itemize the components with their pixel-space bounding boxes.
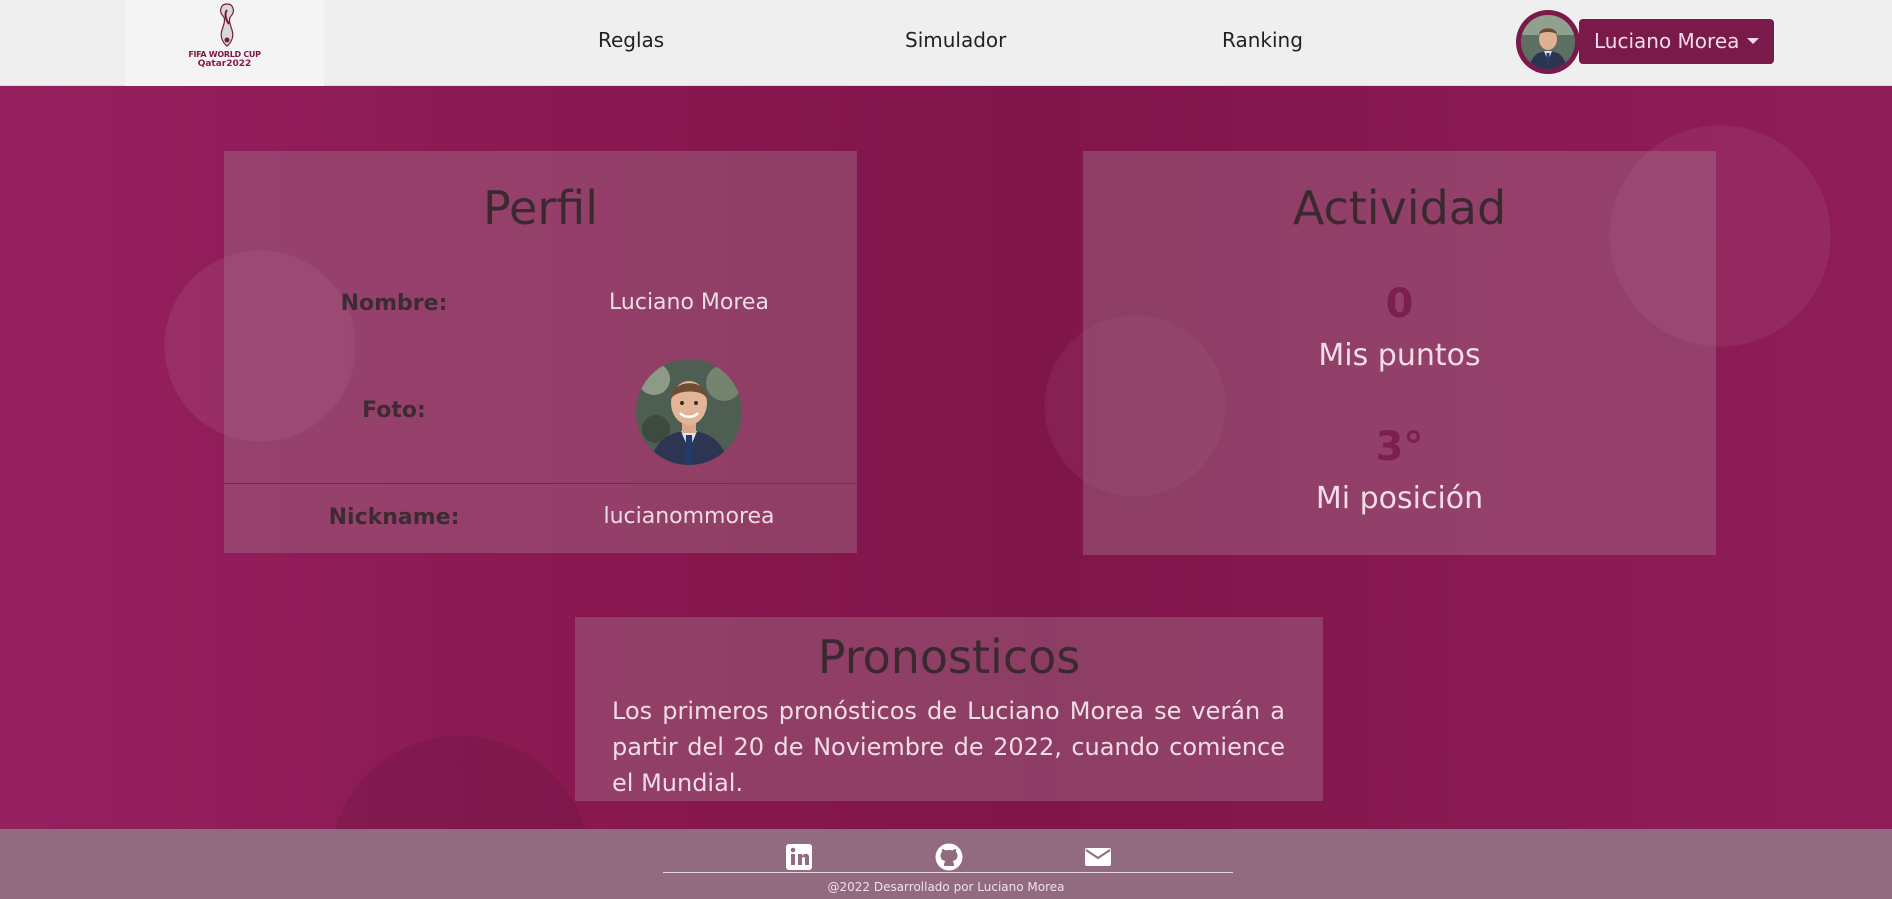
navbar: FIFA WORLD CUP Qatar2022 Reglas Simulado…	[0, 0, 1892, 86]
position-label: Mi posición	[1315, 481, 1484, 516]
predictions-text: Los primeros pronósticos de Luciano More…	[612, 697, 1285, 797]
world-cup-logo[interactable]: FIFA WORLD CUP Qatar2022	[125, 0, 324, 86]
footer: @2022 Desarrollado por Luciano Morea	[0, 829, 1892, 899]
predictions-card: Pronosticos Los primeros pronósticos de …	[575, 617, 1323, 801]
activity-title: Actividad	[1292, 181, 1507, 235]
user-photo-icon	[636, 359, 742, 465]
nickname-value: lucianommorea	[603, 504, 775, 529]
user-menu-label: Luciano Morea	[1594, 29, 1740, 53]
profile-divider	[224, 483, 857, 484]
name-value: Luciano Morea	[609, 290, 769, 315]
mail-icon[interactable]	[1084, 843, 1112, 871]
logo-title: FIFA WORLD CUP	[188, 50, 261, 59]
footer-divider	[663, 872, 1233, 873]
github-icon[interactable]	[935, 843, 963, 871]
nav-link-reglas[interactable]: Reglas	[598, 28, 664, 52]
nickname-label: Nickname:	[328, 505, 460, 530]
avatar[interactable]	[1516, 10, 1580, 74]
photo-label: Foto:	[362, 398, 426, 423]
footer-copyright: @2022 Desarrollado por Luciano Morea	[827, 880, 1065, 894]
linkedin-icon[interactable]	[785, 843, 813, 871]
nav-link-simulador[interactable]: Simulador	[905, 28, 1006, 52]
profile-card: Perfil Nombre: Luciano Morea Foto: Nickn…	[224, 151, 857, 553]
user-photo-icon	[1521, 15, 1575, 69]
logo-subtitle: Qatar2022	[197, 59, 252, 69]
caret-down-icon	[1747, 38, 1759, 44]
profile-title: Perfil	[482, 181, 599, 235]
trophy-emblem-icon	[220, 3, 234, 47]
nav-link-ranking[interactable]: Ranking	[1222, 28, 1303, 52]
points-label: Mis puntos	[1318, 338, 1481, 373]
user-menu-button[interactable]: Luciano Morea	[1579, 19, 1774, 64]
activity-card: Actividad 0 Mis puntos 3° Mi posición	[1083, 151, 1716, 555]
profile-photo	[636, 359, 742, 465]
name-label: Nombre:	[340, 291, 448, 316]
predictions-title: Pronosticos	[817, 630, 1081, 684]
position-value: 3°	[1375, 424, 1424, 470]
points-value: 0	[1385, 281, 1414, 327]
